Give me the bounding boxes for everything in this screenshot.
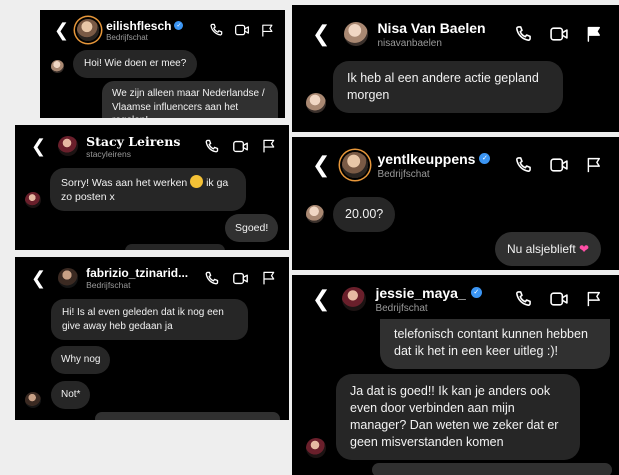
flag-icon[interactable] bbox=[585, 25, 603, 43]
avatar[interactable] bbox=[58, 268, 79, 288]
chat-panel-yentlkeuppens: ❮ yentlkeuppens ✓ Bedrijfschat 20.00? Nu… bbox=[292, 137, 619, 270]
avatar[interactable] bbox=[342, 152, 369, 178]
sender-avatar bbox=[306, 205, 324, 223]
phone-icon[interactable] bbox=[203, 138, 220, 155]
avatar[interactable] bbox=[344, 22, 369, 46]
message-bubble-partial bbox=[95, 412, 280, 420]
sender-avatar bbox=[306, 93, 326, 113]
message-text: Nu alsjeblieft bbox=[507, 242, 576, 256]
chat-header: ❮ jessie_maya_ ✓ Bedrijfschat bbox=[292, 275, 619, 323]
chat-header: ❮ fabrizio_tzinarid... Bedrijfschat bbox=[15, 257, 289, 299]
message-bubble: 20.00? bbox=[333, 197, 396, 232]
verified-badge-icon: ✓ bbox=[479, 153, 491, 164]
video-camera-icon[interactable] bbox=[549, 155, 569, 175]
message-bubble: Ik heb al een andere actie gepland morge… bbox=[333, 61, 563, 113]
grinning-face-emoji bbox=[190, 175, 204, 188]
back-chevron-icon[interactable]: ❮ bbox=[312, 22, 330, 47]
phone-icon[interactable] bbox=[513, 155, 533, 175]
chat-panel-nisavanbaelen: ❮ Nisa Van Baelen nisavanbaelen Ik heb a… bbox=[292, 5, 619, 132]
sender-avatar bbox=[306, 438, 326, 458]
phone-icon[interactable] bbox=[208, 22, 224, 38]
back-chevron-icon[interactable]: ❮ bbox=[31, 136, 46, 157]
pink-heart-emoji: ❤ bbox=[579, 242, 590, 256]
chat-header: ❮ yentlkeuppens ✓ Bedrijfschat bbox=[292, 137, 619, 193]
verified-badge-icon: ✓ bbox=[174, 21, 184, 30]
message-bubble-partial bbox=[372, 463, 612, 475]
message-bubble-outgoing: telefonisch contant kunnen hebben dat ik… bbox=[380, 319, 610, 369]
video-camera-icon[interactable] bbox=[549, 24, 569, 44]
subtitle: nisavanbaelen bbox=[377, 37, 442, 49]
flag-icon[interactable] bbox=[585, 156, 603, 174]
chat-panel-eilishflesch: ❮ eilishflesch ✓ Bedrijfschat Hoi! Wie d… bbox=[40, 10, 285, 118]
username[interactable]: yentlkeuppens bbox=[377, 151, 475, 167]
message-bubble-outgoing: Nu alsjeblieft ❤ bbox=[495, 232, 602, 267]
video-camera-icon[interactable] bbox=[232, 138, 249, 155]
message-text: Sorry! Was aan het werken bbox=[61, 177, 188, 189]
flag-icon[interactable] bbox=[260, 23, 275, 38]
subtitle: Bedrijfschat bbox=[375, 302, 428, 314]
avatar[interactable] bbox=[58, 136, 79, 156]
flag-icon[interactable] bbox=[261, 270, 277, 286]
video-camera-icon[interactable] bbox=[232, 270, 249, 287]
phone-icon[interactable] bbox=[513, 24, 533, 44]
username[interactable]: Stacy Leirens bbox=[86, 134, 180, 149]
avatar[interactable] bbox=[77, 19, 100, 41]
chat-header: ❮ Stacy Leirens stacyleirens bbox=[15, 125, 289, 167]
message-bubble: Ja dat is goed!! Ik kan je anders ook ev… bbox=[336, 374, 580, 460]
chat-panel-jessiemaya: ❮ jessie_maya_ ✓ Bedrijfschat telefonisc… bbox=[292, 275, 619, 475]
video-camera-icon[interactable] bbox=[549, 289, 569, 309]
back-chevron-icon[interactable]: ❮ bbox=[312, 153, 330, 178]
video-camera-icon[interactable] bbox=[234, 22, 250, 38]
username[interactable]: Nisa Van Baelen bbox=[377, 20, 485, 36]
message-bubble-outgoing: Sgoed! bbox=[225, 214, 279, 243]
message-bubble: Not* bbox=[51, 381, 91, 409]
username[interactable]: jessie_maya_ bbox=[375, 285, 465, 301]
message-bubble: Sorry! Was aan het werken ik ga zo poste… bbox=[50, 168, 246, 212]
sender-avatar bbox=[25, 392, 41, 408]
username[interactable]: eilishflesch bbox=[106, 19, 171, 33]
message-bubble: Why nog bbox=[51, 346, 111, 374]
message-bubble: Hoi! Wie doen er mee? bbox=[73, 50, 198, 78]
message-bubble-outgoing: We zijn alleen maar Nederlandse / Vlaams… bbox=[102, 81, 278, 118]
back-chevron-icon[interactable]: ❮ bbox=[31, 268, 46, 289]
chat-panel-fabrizio: ❮ fabrizio_tzinarid... Bedrijfschat Hi! … bbox=[15, 257, 289, 420]
chat-header: ❮ Nisa Van Baelen nisavanbaelen bbox=[292, 5, 619, 63]
phone-icon[interactable] bbox=[203, 270, 220, 287]
message-bubble: Hi! Is al even geleden dat ik nog een gi… bbox=[51, 299, 248, 340]
subtitle: Bedrijfschat bbox=[86, 280, 131, 290]
verified-badge-icon: ✓ bbox=[470, 287, 482, 298]
avatar[interactable] bbox=[342, 287, 367, 311]
chat-panel-stacyleirens: ❮ Stacy Leirens stacyleirens Sorry! Was … bbox=[15, 125, 289, 250]
subtitle: Bedrijfschat bbox=[106, 32, 148, 42]
chat-header: ❮ eilishflesch ✓ Bedrijfschat bbox=[40, 10, 285, 50]
flag-icon[interactable] bbox=[261, 138, 277, 154]
phone-icon[interactable] bbox=[513, 289, 533, 309]
subtitle: stacyleirens bbox=[86, 148, 131, 159]
message-bubble-partial bbox=[125, 244, 225, 250]
flag-icon[interactable] bbox=[585, 290, 603, 308]
back-chevron-icon[interactable]: ❮ bbox=[54, 20, 69, 41]
back-chevron-icon[interactable]: ❮ bbox=[312, 287, 330, 312]
subtitle: Bedrijfschat bbox=[377, 168, 430, 180]
sender-avatar bbox=[25, 192, 41, 208]
sender-avatar bbox=[51, 60, 64, 73]
username[interactable]: fabrizio_tzinarid... bbox=[86, 266, 188, 280]
